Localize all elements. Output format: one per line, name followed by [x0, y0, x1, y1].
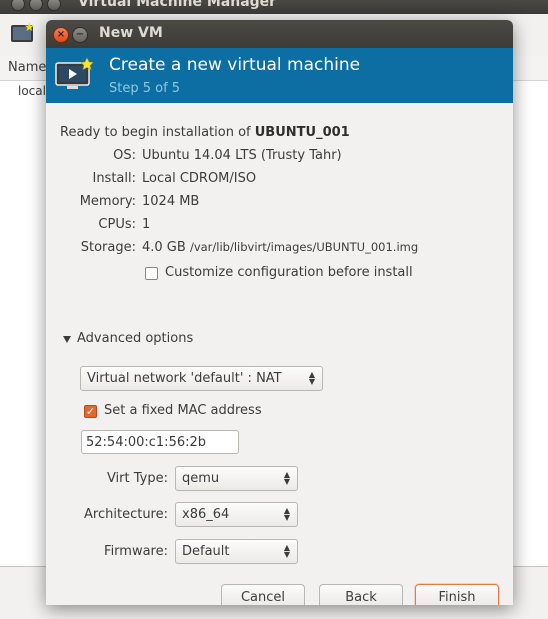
- main-close-icon[interactable]: [11, 0, 25, 11]
- fixed-mac-checkbox[interactable]: ✓: [84, 405, 97, 418]
- finish-button[interactable]: Finish: [415, 584, 499, 605]
- back-button[interactable]: Back: [319, 584, 403, 605]
- storage-label: Storage:: [80, 240, 136, 255]
- os-value: Ubuntu 14.04 LTS (Trusty Tahr): [142, 148, 342, 163]
- virt-type-select[interactable]: qemu ▲ ▼: [175, 466, 298, 491]
- install-label: Install:: [92, 171, 136, 186]
- mac-address-input[interactable]: [86, 432, 236, 452]
- new-vm-dialog: × − New VM Create a new virtual machine …: [46, 20, 513, 605]
- firmware-select-value: Default: [182, 544, 230, 559]
- architecture-select-value: x86_64: [182, 507, 230, 522]
- advanced-options-expander[interactable]: Advanced options: [77, 331, 193, 346]
- os-label: OS:: [113, 148, 136, 163]
- memory-label: Memory:: [79, 194, 136, 209]
- up-down-arrows-icon: ▲ ▼: [283, 506, 291, 522]
- vm-name: UBUNTU_001: [254, 125, 350, 140]
- cancel-button[interactable]: Cancel: [221, 584, 305, 605]
- cpus-label: CPUs:: [98, 217, 136, 232]
- main-window-titlebar: Virtual Machine Manager: [0, 0, 548, 14]
- cpus-value: 1: [142, 217, 151, 232]
- ready-message: Ready to begin installation of UBUNTU_00…: [60, 125, 350, 140]
- storage-value: 4.0 GB /var/lib/libvirt/images/UBUNTU_00…: [142, 240, 418, 255]
- customize-label[interactable]: Customize configuration before install: [165, 265, 413, 280]
- fixed-mac-label[interactable]: Set a fixed MAC address: [104, 403, 262, 418]
- up-down-arrows-icon: ▲ ▼: [308, 370, 316, 386]
- monitor-icon: [55, 57, 94, 89]
- up-down-arrows-icon: ▲ ▼: [283, 543, 291, 559]
- firmware-select[interactable]: Default ▲ ▼: [175, 539, 298, 564]
- storage-path: /var/lib/libvirt/images/UBUNTU_001.img: [189, 240, 419, 254]
- column-header-name: Name: [8, 60, 47, 75]
- summary-panel: Ready to begin installation of UBUNTU_00…: [46, 103, 513, 605]
- dialog-titlebar: × − New VM: [46, 20, 513, 48]
- up-down-arrows-icon: ▲ ▼: [283, 470, 291, 486]
- architecture-select[interactable]: x86_64 ▲ ▼: [175, 502, 298, 527]
- expander-arrow-icon[interactable]: [63, 336, 71, 343]
- storage-size: 4.0 GB: [142, 240, 186, 255]
- main-maximize-icon[interactable]: [47, 0, 61, 11]
- memory-value: 1024 MB: [142, 194, 200, 209]
- dialog-title: New VM: [99, 25, 163, 41]
- main-window-title: Virtual Machine Manager: [78, 0, 277, 10]
- main-minimize-icon[interactable]: [29, 0, 43, 11]
- install-value: Local CDROM/ISO: [142, 171, 257, 186]
- virt-type-label: Virt Type:: [106, 471, 168, 486]
- star-icon: ★: [24, 20, 35, 34]
- close-icon[interactable]: ×: [53, 27, 69, 43]
- minimize-icon[interactable]: −: [72, 27, 88, 43]
- wizard-banner: Create a new virtual machine Step 5 of 5: [46, 48, 513, 103]
- network-select[interactable]: Virtual network 'default' : NAT ▲ ▼: [80, 366, 323, 391]
- mac-address-field[interactable]: [81, 430, 239, 454]
- architecture-label: Architecture:: [84, 507, 168, 522]
- ready-prefix: Ready to begin installation of: [60, 125, 251, 140]
- customize-checkbox[interactable]: [145, 267, 158, 280]
- banner-title: Create a new virtual machine: [109, 55, 361, 75]
- step-indicator: Step 5 of 5: [109, 81, 181, 96]
- virt-type-select-value: qemu: [182, 471, 220, 486]
- firmware-label: Firmware:: [104, 544, 168, 559]
- network-select-value: Virtual network 'default' : NAT: [87, 371, 282, 386]
